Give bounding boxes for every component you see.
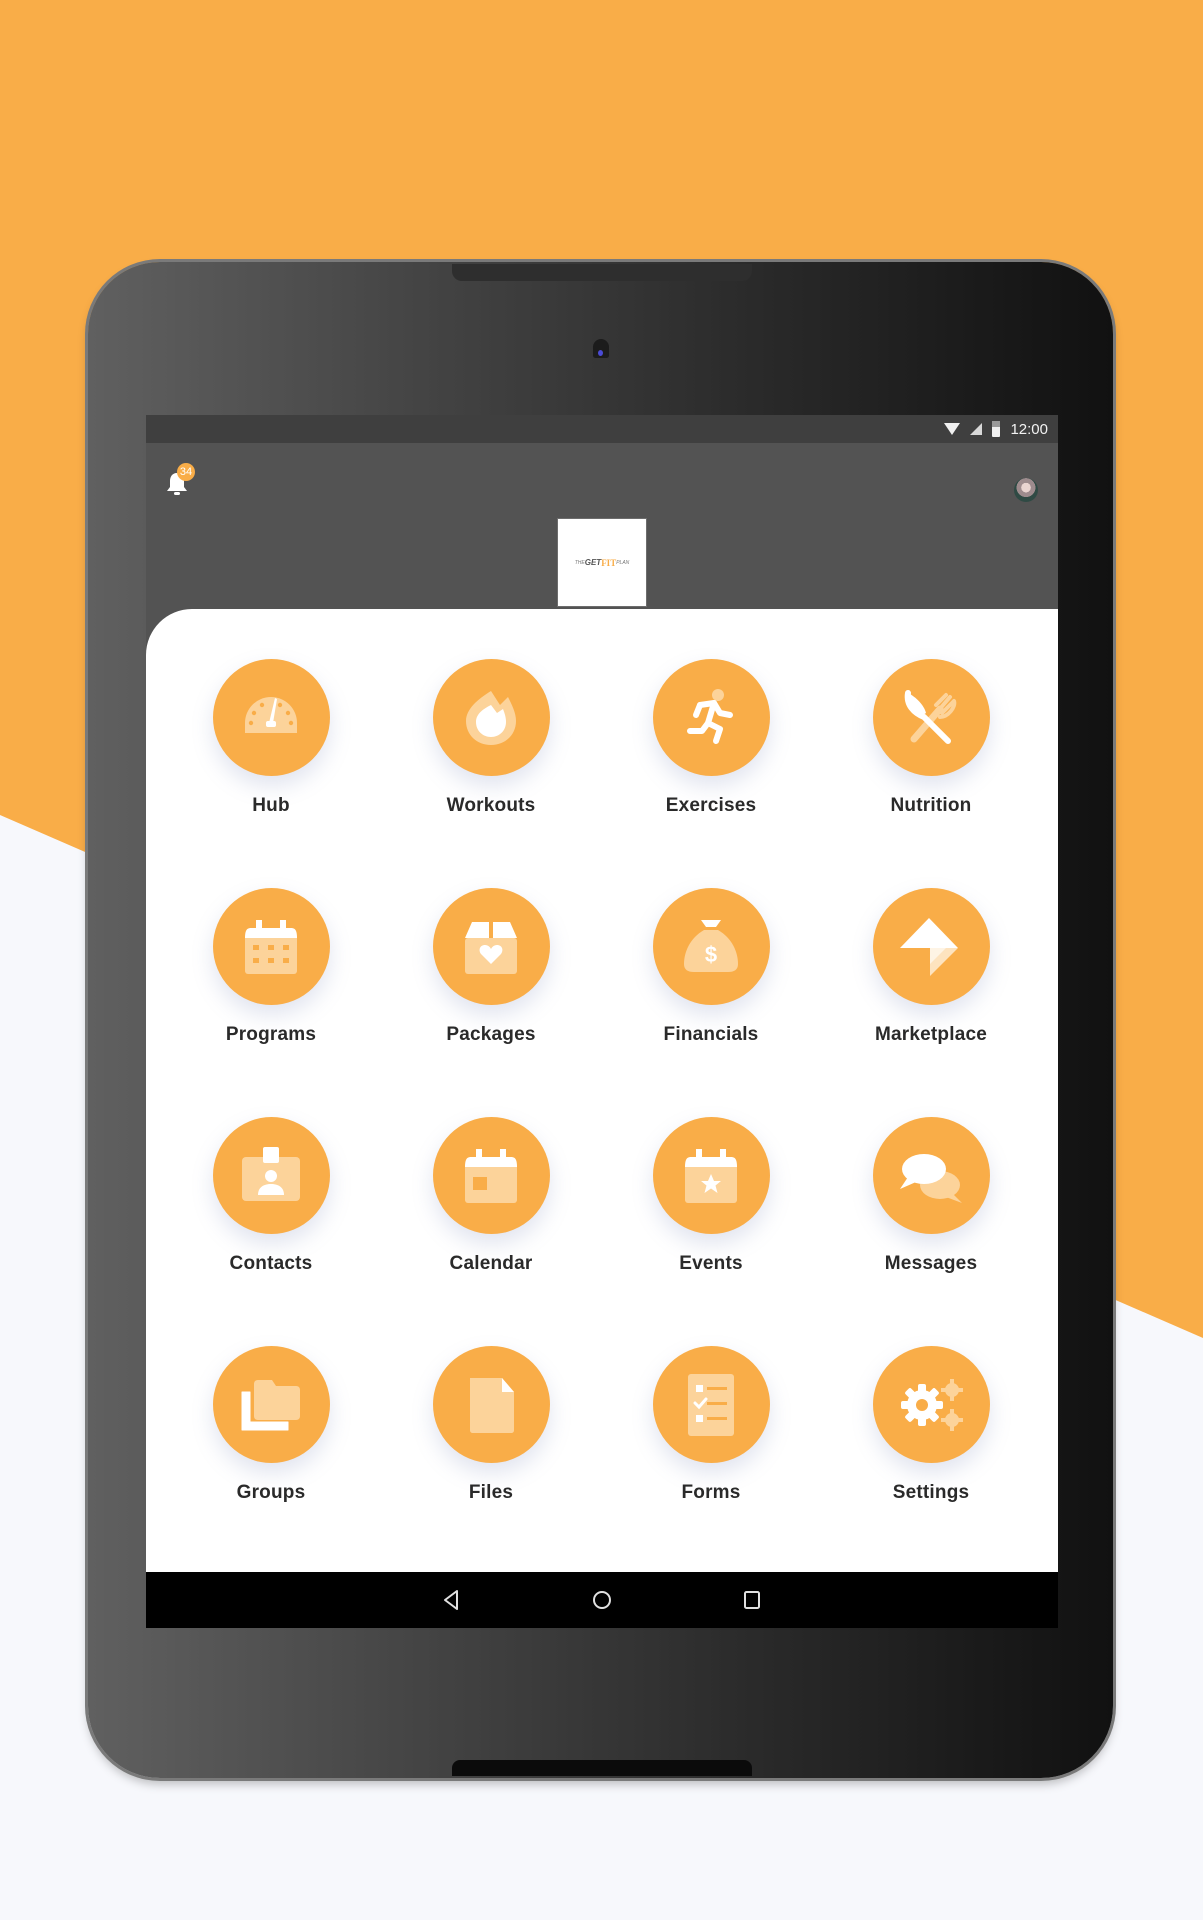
contact-badge-icon (242, 1146, 300, 1201)
menu-item-exercises[interactable]: Exercises (601, 659, 821, 888)
menu-item-circle (432, 659, 550, 776)
menu-item-label: Exercises (665, 795, 757, 816)
menu-item-label: Contacts (229, 1253, 313, 1274)
menu-item-files[interactable]: Files (381, 1346, 601, 1575)
menu-item-circle: $ (652, 888, 770, 1005)
camera-icon (593, 339, 609, 358)
menu-item-calendar[interactable]: Calendar (381, 1117, 601, 1346)
menu-item-contacts[interactable]: Contacts (161, 1117, 381, 1346)
marketplace-arrow-icon (900, 917, 958, 976)
file-icon (470, 1377, 514, 1433)
menu-item-circle (432, 1346, 550, 1463)
menu-item-label: Workouts (446, 795, 536, 816)
menu-item-label: Groups (236, 1482, 306, 1503)
menu-item-label: Settings (892, 1482, 970, 1503)
menu-item-packages[interactable]: Packages (381, 888, 601, 1117)
avatar[interactable] (1014, 478, 1038, 502)
home-button[interactable] (587, 1585, 617, 1615)
menu-item-forms[interactable]: Forms (601, 1346, 821, 1575)
menu-item-circle (652, 659, 770, 776)
menu-item-circle (432, 888, 550, 1005)
menu-item-messages[interactable]: Messages (821, 1117, 1041, 1346)
menu-item-circle (212, 888, 330, 1005)
wifi-icon (944, 423, 961, 435)
checklist-icon (688, 1373, 734, 1436)
menu-item-label: Programs (225, 1024, 317, 1045)
notification-badge: 34 (177, 463, 195, 481)
menu-item-label: Financials (663, 1024, 759, 1045)
menu-panel: Hub Workouts Exercises Nutrition Program… (146, 609, 1058, 1572)
menu-item-label: Forms (681, 1482, 741, 1503)
menu-item-label: Files (468, 1482, 514, 1503)
menu-item-circle (212, 1346, 330, 1463)
calendar-grid-icon (245, 919, 297, 974)
logo-get: GET (584, 558, 602, 567)
menu-item-circle (652, 1117, 770, 1234)
box-heart-icon (465, 921, 517, 974)
svg-text:$: $ (705, 942, 717, 967)
back-button[interactable] (437, 1585, 467, 1615)
menu-item-circle (872, 659, 990, 776)
money-bag-icon: $ (684, 919, 738, 972)
calendar-star-icon (685, 1148, 737, 1203)
device-screen: 12:00 34 THE GET FIT PLAN Hub Workouts E… (146, 415, 1058, 1628)
status-bar: 12:00 (146, 415, 1058, 443)
flame-icon (466, 690, 516, 745)
menu-item-marketplace[interactable]: Marketplace (821, 888, 1041, 1117)
system-nav-bar (146, 1572, 1058, 1628)
menu-item-settings[interactable]: Settings (821, 1346, 1041, 1575)
menu-item-label: Messages (884, 1253, 978, 1274)
logo-plan: PLAN (616, 559, 630, 566)
back-icon (444, 1590, 458, 1610)
battery-icon (992, 421, 1001, 437)
dashboard-gauge-icon (245, 696, 297, 733)
app-header: 34 THE GET FIT PLAN (146, 443, 1058, 609)
calendar-icon (465, 1148, 517, 1203)
gears-icon (901, 1378, 963, 1431)
logo-the: THE (574, 559, 585, 566)
signal-icon (970, 423, 983, 435)
running-person-icon (687, 688, 733, 744)
knife-fork-icon (904, 689, 957, 744)
menu-item-circle (212, 1117, 330, 1234)
menu-item-circle (872, 1346, 990, 1463)
logo-fit: FIT (601, 557, 617, 568)
menu-item-programs[interactable]: Programs (161, 888, 381, 1117)
menu-item-label: Marketplace (874, 1024, 988, 1045)
menu-item-label: Nutrition (890, 795, 972, 816)
menu-item-label: Events (679, 1253, 743, 1274)
menu-item-events[interactable]: Events (601, 1117, 821, 1346)
menu-item-workouts[interactable]: Workouts (381, 659, 601, 888)
tablet-top-notch (452, 264, 752, 281)
tablet-bottom-notch (452, 1760, 752, 1776)
menu-item-groups[interactable]: Groups (161, 1346, 381, 1575)
recents-icon (744, 1591, 760, 1609)
recents-button[interactable] (737, 1585, 767, 1615)
menu-item-label: Calendar (449, 1253, 533, 1274)
menu-item-nutrition[interactable]: Nutrition (821, 659, 1041, 888)
menu-grid: Hub Workouts Exercises Nutrition Program… (161, 659, 1041, 1575)
folders-icon (241, 1379, 300, 1430)
menu-item-label: Hub (252, 795, 290, 816)
home-icon (593, 1591, 611, 1609)
menu-item-financials[interactable]: $ Financials (601, 888, 821, 1117)
app-logo: THE GET FIT PLAN (557, 518, 647, 607)
menu-item-circle (872, 888, 990, 1005)
menu-item-hub[interactable]: Hub (161, 659, 381, 888)
menu-item-circle (432, 1117, 550, 1234)
menu-item-circle (212, 659, 330, 776)
menu-item-label: Packages (446, 1024, 536, 1045)
status-time: 12:00 (1010, 420, 1048, 438)
menu-item-circle (652, 1346, 770, 1463)
chat-bubbles-icon (900, 1153, 962, 1203)
menu-item-circle (872, 1117, 990, 1234)
